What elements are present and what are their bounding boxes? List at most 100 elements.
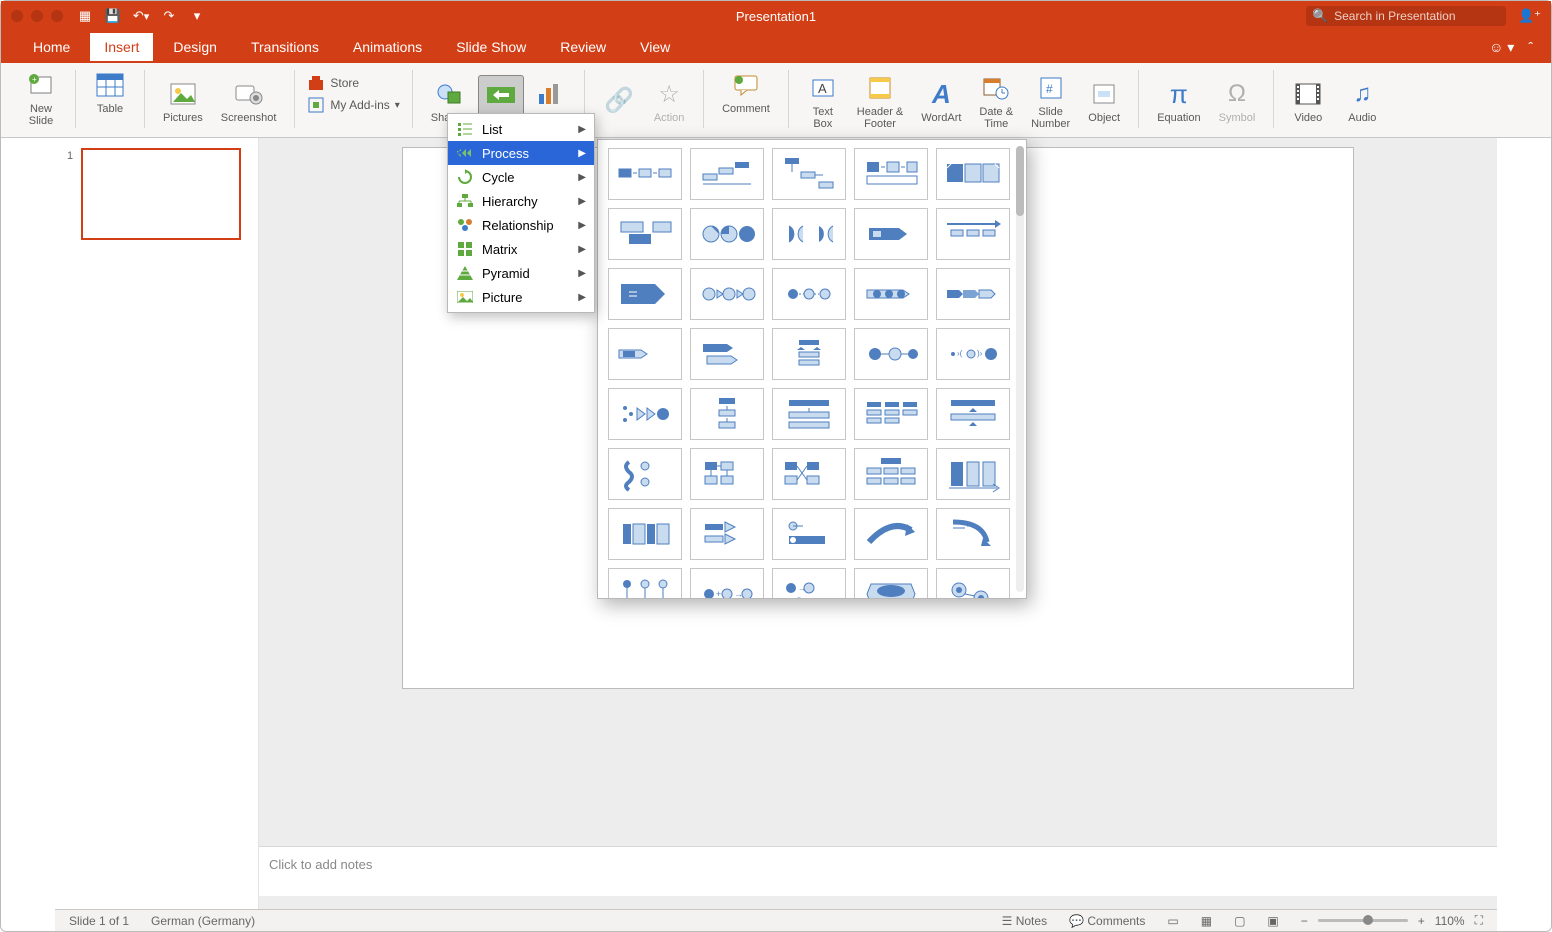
smartart-option-3[interactable] [772, 148, 846, 200]
smartart-option-16[interactable] [608, 328, 682, 380]
window-controls[interactable] [11, 10, 63, 22]
smartart-option-7[interactable] [690, 208, 764, 260]
view-normal-icon[interactable]: ▭ [1167, 914, 1178, 928]
view-sorter-icon[interactable]: ▦ [1201, 914, 1212, 928]
smartart-option-23[interactable] [772, 388, 846, 440]
smartart-option-19[interactable] [854, 328, 928, 380]
tab-home[interactable]: Home [19, 33, 84, 61]
smartart-option-14[interactable] [854, 268, 928, 320]
smartart-option-26[interactable] [608, 448, 682, 500]
view-slideshow-icon[interactable]: ▣ [1267, 914, 1278, 928]
smartart-option-29[interactable] [854, 448, 928, 500]
smartart-option-37[interactable]: +→ [690, 568, 764, 599]
smartart-option-8[interactable] [772, 208, 846, 260]
smartart-option-2[interactable] [690, 148, 764, 200]
autosave-icon[interactable]: ▦ [77, 8, 93, 24]
tab-animations[interactable]: Animations [339, 33, 436, 61]
smartart-option-27[interactable] [690, 448, 764, 500]
screenshot-button[interactable]: Screenshot [215, 76, 283, 126]
menu-item-process[interactable]: Process▶ [448, 141, 594, 165]
video-button[interactable]: Video [1286, 76, 1330, 126]
ribbon-tabs: Home Insert Design Transitions Animation… [1, 31, 1551, 63]
menu-item-hierarchy[interactable]: Hierarchy▶ [448, 189, 594, 213]
smartart-option-15[interactable] [936, 268, 1010, 320]
smartart-option-22[interactable] [690, 388, 764, 440]
tab-insert[interactable]: Insert [90, 33, 153, 61]
status-comments-button[interactable]: 💬 Comments [1069, 914, 1145, 928]
my-addins-button[interactable]: My Add-ins▾ [307, 96, 399, 114]
new-slide-button[interactable]: +New Slide [19, 67, 63, 129]
smartart-option-32[interactable] [690, 508, 764, 560]
smartart-option-31[interactable] [608, 508, 682, 560]
share-icon[interactable]: 👤⁺ [1518, 8, 1541, 24]
smartart-option-12[interactable] [690, 268, 764, 320]
smartart-option-36[interactable] [608, 568, 682, 599]
menu-item-relationship[interactable]: Relationship▶ [448, 213, 594, 237]
pictures-button[interactable]: Pictures [157, 76, 209, 126]
smartart-option-35[interactable] [936, 508, 1010, 560]
status-language[interactable]: German (Germany) [151, 914, 255, 928]
zoom-out-button[interactable]: − [1301, 914, 1308, 928]
tab-transitions[interactable]: Transitions [237, 33, 333, 61]
smartart-option-17[interactable] [690, 328, 764, 380]
smartart-option-24[interactable] [854, 388, 928, 440]
status-notes-button[interactable]: ☰ Notes [1002, 914, 1047, 928]
redo-icon[interactable]: ↷ [161, 8, 177, 24]
smartart-option-39[interactable] [854, 568, 928, 599]
smartart-option-40[interactable] [936, 568, 1010, 599]
smartart-option-28[interactable] [772, 448, 846, 500]
tab-slideshow[interactable]: Slide Show [442, 33, 540, 61]
smartart-option-6[interactable] [608, 208, 682, 260]
menu-item-cycle[interactable]: Cycle▶ [448, 165, 594, 189]
zoom-percent[interactable]: 110% [1435, 914, 1465, 928]
view-reading-icon[interactable]: ▢ [1234, 914, 1245, 928]
smartart-option-10[interactable] [936, 208, 1010, 260]
smartart-option-1[interactable] [608, 148, 682, 200]
menu-item-list[interactable]: List▶ [448, 117, 594, 141]
store-button[interactable]: Store [307, 74, 399, 92]
wordart-button[interactable]: AWordArt [915, 76, 967, 126]
object-button[interactable]: Object [1082, 76, 1126, 126]
smartart-option-38[interactable]: → [772, 568, 846, 599]
menu-item-matrix[interactable]: Matrix▶ [448, 237, 594, 261]
zoom-in-button[interactable]: + [1418, 914, 1425, 928]
audio-button[interactable]: ♫Audio [1340, 76, 1384, 126]
tab-view[interactable]: View [626, 33, 684, 61]
smartart-option-13[interactable] [772, 268, 846, 320]
header-footer-button[interactable]: Header & Footer [851, 70, 909, 132]
notes-pane[interactable]: Click to add notes [259, 846, 1497, 896]
equation-button[interactable]: πEquation [1151, 76, 1206, 126]
smartart-option-30[interactable] [936, 448, 1010, 500]
collapse-ribbon-icon[interactable]: ˆ [1528, 39, 1533, 55]
smartart-option-34[interactable] [854, 508, 928, 560]
smartart-option-11[interactable] [608, 268, 682, 320]
feedback-icon[interactable]: ☺ ▾ [1489, 39, 1514, 56]
tab-review[interactable]: Review [546, 33, 620, 61]
smartart-option-9[interactable] [854, 208, 928, 260]
smartart-option-20[interactable]: ›()› [936, 328, 1010, 380]
search-box[interactable]: 🔍 [1306, 6, 1506, 26]
slide-thumbnail-1[interactable] [81, 148, 241, 240]
fit-window-icon[interactable]: ⛶ [1475, 913, 1483, 928]
table-button[interactable]: Table [88, 67, 132, 117]
status-bar: Slide 1 of 1 German (Germany) ☰ Notes 💬 … [55, 909, 1497, 931]
smartart-option-18[interactable] [772, 328, 846, 380]
smartart-option-4[interactable] [854, 148, 928, 200]
zoom-slider[interactable] [1318, 919, 1408, 922]
tab-design[interactable]: Design [159, 33, 231, 61]
save-icon[interactable]: 💾 [105, 8, 121, 24]
date-time-button[interactable]: Date & Time [973, 70, 1019, 132]
smartart-option-25[interactable] [936, 388, 1010, 440]
smartart-option-5[interactable] [936, 148, 1010, 200]
qat-customize-icon[interactable]: ▾ [189, 8, 205, 24]
textbox-button[interactable]: AText Box [801, 70, 845, 132]
slide-number-button[interactable]: #Slide Number [1025, 70, 1076, 132]
smartart-option-33[interactable] [772, 508, 846, 560]
undo-icon[interactable]: ↶▾ [133, 8, 149, 24]
menu-item-picture[interactable]: Picture▶ [448, 285, 594, 309]
smartart-option-21[interactable] [608, 388, 682, 440]
gallery-scrollbar[interactable] [1016, 146, 1024, 592]
comment-button[interactable]: Comment [716, 67, 776, 117]
menu-item-pyramid[interactable]: Pyramid▶ [448, 261, 594, 285]
search-input[interactable] [1334, 9, 1500, 23]
